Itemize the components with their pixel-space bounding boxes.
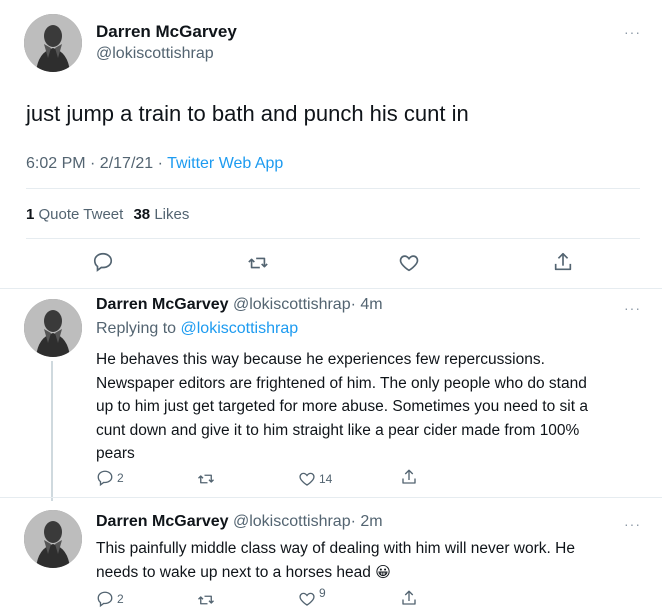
likes-label: Likes xyxy=(154,206,190,223)
like-icon[interactable] xyxy=(398,252,420,274)
like-action[interactable]: 14 xyxy=(298,470,332,488)
reply-text-line: Newspaper editors are frightened of him.… xyxy=(96,374,587,392)
engagement-stats: 1 Quote Tweet 38 Likes xyxy=(26,206,189,223)
avatar[interactable] xyxy=(24,299,82,357)
tweet-source[interactable]: Twitter Web App xyxy=(167,155,283,172)
quote-tweet-count: 1 xyxy=(26,206,35,223)
like-icon[interactable] xyxy=(298,590,316,608)
divider xyxy=(26,188,640,189)
retweet-icon[interactable] xyxy=(247,252,269,274)
reply-text-line: needs to wake up next to a horses head 😀 xyxy=(96,561,575,585)
avatar-portrait xyxy=(24,299,82,357)
author-name[interactable]: Darren McGarvey xyxy=(96,296,229,313)
more-icon[interactable]: ··· xyxy=(624,300,641,316)
retweet-icon[interactable] xyxy=(197,470,215,488)
avatar-portrait xyxy=(24,510,82,568)
reply-tweet[interactable]: Darren McGarvey @lokiscottishrap· 2m ···… xyxy=(0,498,662,614)
reply-action[interactable]: 2 xyxy=(96,469,124,487)
reply-text-line: cunt down and give it to him straight li… xyxy=(96,421,580,439)
reply-icon[interactable] xyxy=(96,590,114,608)
reply-text-line: pears xyxy=(96,445,135,462)
like-icon[interactable] xyxy=(298,470,316,488)
reply-text: He behaves this way because he experienc… xyxy=(96,348,588,466)
retweet-icon[interactable] xyxy=(197,591,215,609)
like-count: 9 xyxy=(319,586,326,600)
replying-to-label: Replying to xyxy=(96,320,177,337)
reply-text-line: This painfully middle class way of deali… xyxy=(96,540,575,557)
grinning-face-emoji: 😀 xyxy=(375,563,391,581)
more-icon[interactable]: ··· xyxy=(624,516,641,532)
tweet-text: just jump a train to bath and punch his … xyxy=(26,101,469,126)
replying-to-handle[interactable]: @lokiscottishrap xyxy=(181,320,299,337)
reply-time[interactable]: · 2m xyxy=(351,513,383,530)
reply-tweet[interactable]: Darren McGarvey @lokiscottishrap· 4m ···… xyxy=(0,289,662,501)
avatar-portrait xyxy=(24,14,82,72)
more-icon[interactable]: ··· xyxy=(624,24,641,40)
main-tweet: Darren McGarvey @lokiscottishrap ··· jus… xyxy=(0,0,662,288)
tweet-time[interactable]: 6:02 PM · 2/17/21 · xyxy=(26,155,163,172)
likes-count: 38 xyxy=(133,206,151,223)
reply-count: 2 xyxy=(117,592,124,606)
replying-to: Replying to @lokiscottishrap xyxy=(96,320,298,338)
author-handle[interactable]: @lokiscottishrap xyxy=(233,513,351,530)
reply-text-line: up to him just get targeted for more abu… xyxy=(96,398,588,415)
reply-header: Darren McGarvey @lokiscottishrap· 4m xyxy=(96,296,383,314)
reply-text-line: He behaves this way because he experienc… xyxy=(96,351,545,368)
reply-icon[interactable] xyxy=(96,469,114,487)
reply-header: Darren McGarvey @lokiscottishrap· 2m xyxy=(96,513,383,531)
share-icon[interactable] xyxy=(400,468,418,486)
quote-tweet-label: Quote Tweet xyxy=(38,206,124,223)
reply-action[interactable]: 2 xyxy=(96,590,124,608)
share-icon[interactable] xyxy=(552,251,574,273)
like-action[interactable]: 9 xyxy=(298,586,326,608)
author-name[interactable]: Darren McGarvey xyxy=(96,22,237,42)
reply-icon[interactable] xyxy=(92,251,114,273)
author-name[interactable]: Darren McGarvey xyxy=(96,513,229,530)
reply-count: 2 xyxy=(117,471,124,485)
tweet-timestamp[interactable]: 6:02 PM · 2/17/21 · Twitter Web App xyxy=(26,155,283,173)
reply-time[interactable]: · 4m xyxy=(351,296,383,313)
avatar[interactable] xyxy=(24,14,82,72)
like-count: 14 xyxy=(319,472,333,486)
reply-text-line-content: needs to wake up next to a horses head xyxy=(96,563,371,581)
author-handle[interactable]: @lokiscottishrap xyxy=(233,296,351,313)
reply-text: This painfully middle class way of deali… xyxy=(96,537,575,584)
thread-line xyxy=(51,361,53,501)
divider xyxy=(26,238,640,239)
likes-stat[interactable]: 38 Likes xyxy=(133,206,189,223)
author-handle[interactable]: @lokiscottishrap xyxy=(96,45,214,63)
quote-tweet-stat[interactable]: 1 Quote Tweet xyxy=(26,206,127,223)
share-icon[interactable] xyxy=(400,589,418,607)
avatar[interactable] xyxy=(24,510,82,568)
